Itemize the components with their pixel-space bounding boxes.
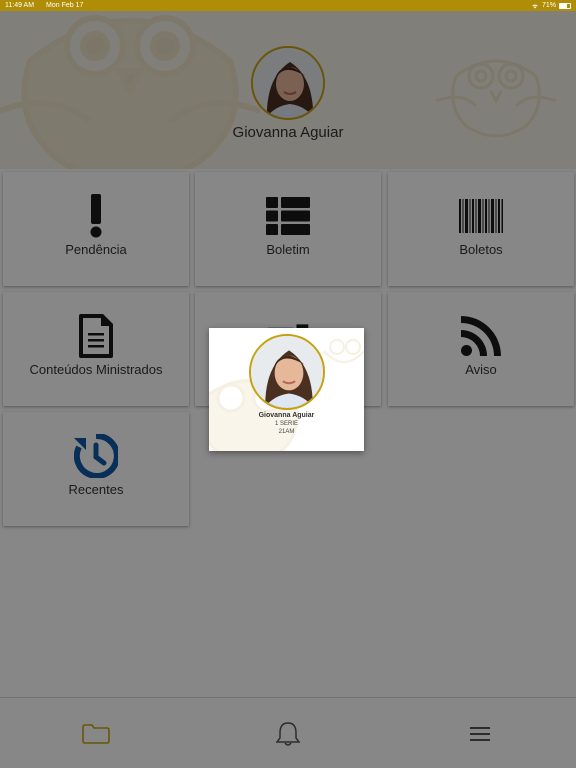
battery-icon bbox=[559, 2, 571, 9]
student-avatar bbox=[249, 334, 325, 410]
status-left: 11:49 AM Mon Feb 17 bbox=[5, 2, 93, 9]
student-grade: 1 SERIE bbox=[274, 421, 298, 427]
student-card[interactable]: Giovanna Aguiar 1 SERIE 21AM bbox=[209, 328, 364, 451]
battery-percent: 71% bbox=[541, 2, 556, 9]
person-photo-icon bbox=[251, 336, 323, 408]
status-right: 71% bbox=[531, 2, 571, 9]
status-bar: 11:49 AM Mon Feb 17 71% bbox=[0, 0, 576, 11]
status-date: Mon Feb 17 bbox=[46, 2, 84, 9]
status-time: 11:49 AM bbox=[5, 2, 35, 9]
student-name: Giovanna Aguiar bbox=[258, 412, 315, 419]
wifi-icon bbox=[532, 4, 538, 8]
owl-outline-watermark-icon bbox=[323, 339, 364, 363]
student-class: 21AM bbox=[278, 429, 295, 435]
